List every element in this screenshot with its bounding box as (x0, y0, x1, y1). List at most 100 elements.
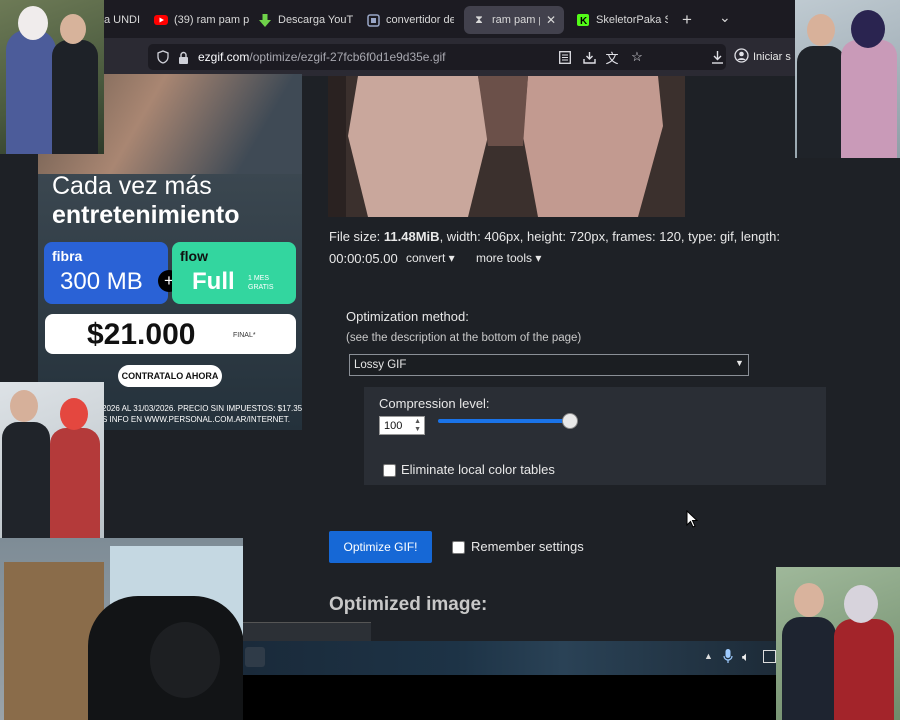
gif-preview-image (328, 76, 685, 217)
method-selected-value: Lossy GIF (354, 359, 407, 371)
ad-cta-button[interactable]: CONTRATALO AHORA (118, 365, 222, 387)
mouse-cursor-icon (686, 510, 698, 528)
compression-number-input[interactable]: 100 ▲ ▼ (379, 416, 425, 435)
ad-headline-2: entretenimiento (52, 201, 240, 229)
price-box: $21.000 FINAL* (45, 314, 296, 354)
download-icon (258, 13, 272, 27)
file-details: , width: 406px, height: 720px, frames: 1… (439, 229, 780, 244)
ad-headline-1: Cada vez más (52, 172, 212, 200)
downloads-icon[interactable] (708, 48, 726, 66)
file-info: File size: 11.48MiB, width: 406px, heigh… (329, 226, 819, 248)
avatar (844, 585, 878, 623)
chevron-down-icon: ▼ (735, 358, 744, 368)
convert-menu[interactable]: convert ▾ (406, 251, 455, 265)
method-hint: (see the description at the bottom of th… (346, 332, 582, 344)
flow-plan: Full (192, 268, 235, 295)
costume-figure (50, 428, 100, 538)
reader-view-icon[interactable] (556, 48, 574, 66)
bookmark-star-icon[interactable]: ☆ (628, 48, 646, 66)
compression-slider-thumb[interactable] (562, 413, 578, 429)
tab-label: ram pam pa (492, 14, 540, 26)
kick-icon: K (576, 13, 590, 27)
tab-1[interactable]: a UNDI (104, 6, 146, 34)
flow-label: flow (180, 248, 208, 264)
app-icon[interactable] (245, 647, 265, 667)
compression-value: 100 (384, 419, 403, 432)
spinner-arrows-icon[interactable]: ▲ ▼ (414, 418, 421, 434)
microphone-icon[interactable] (723, 649, 733, 667)
eliminate-color-tables-label: Eliminate local color tables (401, 462, 555, 477)
avatar (10, 390, 38, 422)
photo-overlay-top-right (795, 0, 900, 158)
taskbar: ▲ 🔈︎ (243, 641, 776, 675)
flow-badge: flow Full 1 MES GRATIS (172, 242, 296, 304)
display-icon[interactable] (763, 650, 776, 663)
avatar (807, 14, 835, 46)
photo-overlay-mid-left (0, 382, 104, 538)
person-figure (2, 422, 50, 538)
tab-convertidor[interactable]: convertidor de (366, 6, 454, 34)
tab-label: Descarga YouT (278, 14, 354, 26)
remember-settings-checkbox[interactable] (452, 541, 465, 554)
person-figure (52, 40, 98, 154)
shield-icon[interactable] (154, 48, 172, 66)
url-text: ezgif.com/optimize/ezgif-27fcb6f0d1e9d35… (198, 50, 446, 64)
webcam-overlay (0, 538, 243, 720)
ad-fine-print-2: S INFO EN WWW.PERSONAL.COM.AR/INTERNET. (102, 415, 291, 424)
volume-icon[interactable]: 🔈︎ (742, 649, 750, 665)
tab-youtube[interactable]: (39) ram pam p (154, 6, 249, 34)
account-icon (734, 48, 749, 66)
costume-figure (834, 619, 894, 720)
ad-fine-print-1: 2026 AL 31/03/2026. PRECIO SIN IMPUESTOS… (102, 404, 302, 413)
avatar (851, 10, 885, 48)
tab-bar: a UNDI (39) ram pam p Descarga YouT conv… (0, 0, 900, 38)
tab-list-button[interactable]: ⌄ (719, 3, 735, 31)
tray-arrow-icon[interactable]: ▲ (704, 651, 713, 661)
file-size-value: 11.48MiB (383, 229, 440, 244)
url-path: /optimize/ezgif-27fcb6f0d1e9d35e.gif (249, 50, 446, 64)
avatar (60, 398, 88, 430)
costume-figure (841, 40, 897, 158)
account-button[interactable]: Iniciar s (734, 48, 791, 66)
tab-skeletor[interactable]: K SkeletorPaka S (576, 6, 668, 34)
close-tab-icon[interactable]: ✕ (546, 13, 556, 27)
tab-descarga[interactable]: Descarga YouT (258, 6, 354, 34)
svg-text:K: K (580, 16, 588, 26)
optimized-image-placeholder (243, 622, 371, 641)
tab-label: convertidor de (386, 14, 454, 26)
tab-label: a UNDI (104, 14, 141, 26)
flow-note: 1 MES GRATIS (248, 275, 274, 291)
avatar (150, 622, 220, 698)
method-select[interactable]: Lossy GIF (349, 354, 749, 376)
compression-slider-track[interactable] (438, 419, 570, 423)
tab-ram-pam-active[interactable]: ⧗ ram pam pa ✕ (464, 6, 564, 34)
optimize-gif-button[interactable]: Optimize GIF! (329, 531, 432, 563)
navigation-toolbar: ezgif.com/optimize/ezgif-27fcb6f0d1e9d35… (0, 38, 900, 76)
compression-label: Compression level: (379, 396, 490, 411)
fibra-amount: 300 MB (60, 268, 143, 295)
photo-overlay-top-left (0, 0, 104, 154)
url-domain: ezgif.com (198, 50, 250, 64)
eliminate-color-tables-checkbox[interactable] (383, 464, 396, 477)
ad-price-note: FINAL* (233, 332, 256, 339)
youtube-icon (154, 13, 168, 27)
photo-overlay-bottom-right (776, 567, 900, 720)
hourglass-icon: ⧗ (475, 13, 483, 26)
converter-icon (366, 13, 380, 27)
more-tools-menu[interactable]: more tools ▾ (476, 251, 541, 265)
translate-icon[interactable]: 文 (603, 48, 621, 66)
new-tab-button[interactable]: + (682, 6, 698, 34)
fibra-label: fibra (52, 248, 83, 264)
avatar (794, 583, 824, 617)
save-page-icon[interactable] (580, 48, 598, 66)
remember-settings-label: Remember settings (471, 539, 584, 554)
optimized-image-heading: Optimized image: (329, 594, 488, 615)
tab-label: (39) ram pam p (174, 14, 249, 26)
costume-figure (6, 30, 56, 154)
person-figure (797, 46, 845, 158)
file-size-label: File size: (329, 229, 384, 244)
lock-icon[interactable] (174, 48, 192, 66)
file-length: 00:00:05.00 (329, 251, 398, 266)
method-title: Optimization method: (346, 309, 469, 324)
tab-label: SkeletorPaka S (596, 14, 668, 26)
